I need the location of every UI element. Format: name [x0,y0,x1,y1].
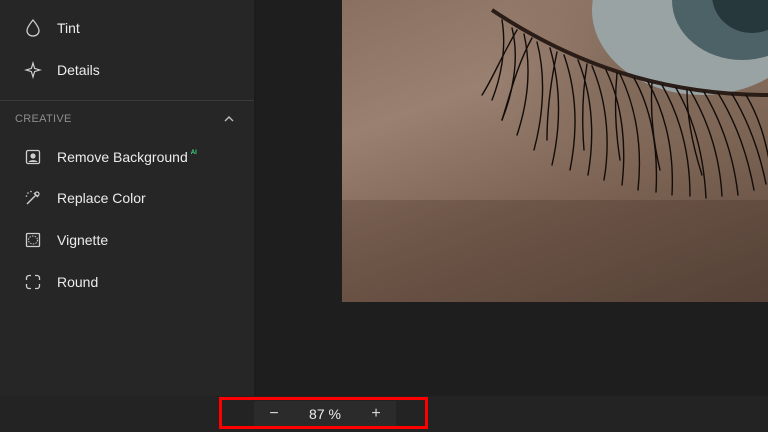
canvas-area[interactable] [256,0,768,396]
chevron-up-icon[interactable] [222,112,236,126]
section-header-creative[interactable]: CREATIVE [0,108,254,130]
sidebar-item-tint[interactable]: Tint [0,8,254,48]
zoom-control: − 87 % + [254,401,396,427]
zoom-in-button[interactable]: + [356,401,396,427]
droplet-icon [24,19,42,37]
remove-background-icon [24,148,42,166]
close-up-eye-photo[interactable] [342,0,768,302]
sidebar-item-label: Remove Background [57,149,188,165]
sidebar-item-label: Round [57,274,99,290]
vignette-icon [24,231,42,249]
sidebar-item-label: Tint [57,20,80,36]
sidebar-item-label: Details [57,62,100,78]
sidebar: Tint Details CREATIVE Remove Background … [0,0,254,432]
photo-editor: Tint Details CREATIVE Remove Background … [0,0,768,432]
ai-badge: AI [190,150,197,156]
sidebar-item-label: Replace Color [57,190,146,206]
round-corners-icon [24,273,42,291]
sidebar-item-label: Vignette [57,232,109,248]
zoom-level: 87 % [309,406,341,422]
replace-color-icon [24,189,42,207]
sidebar-item-details[interactable]: Details [0,50,254,90]
sidebar-item-round[interactable]: Round [0,262,254,302]
section-title: CREATIVE [15,113,72,125]
sidebar-item-vignette[interactable]: Vignette [0,220,254,260]
eye-illustration [342,0,768,302]
sidebar-item-remove-background[interactable]: Remove Background AI [0,137,254,177]
section-divider [0,100,254,101]
zoom-out-button[interactable]: − [254,401,294,427]
sparkle-icon [24,61,42,79]
sidebar-item-replace-color[interactable]: Replace Color [0,178,254,218]
